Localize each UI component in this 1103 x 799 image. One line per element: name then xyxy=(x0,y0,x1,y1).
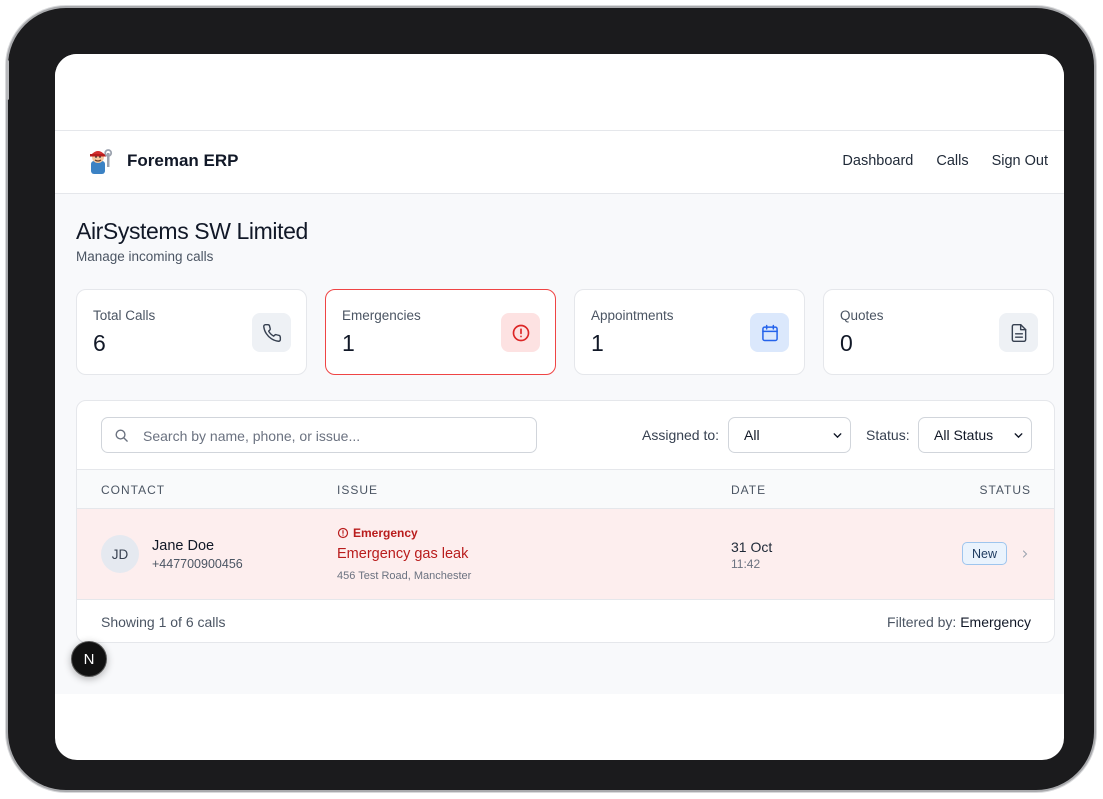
alert-circle-icon xyxy=(501,313,540,352)
stat-label: Appointments xyxy=(591,308,674,323)
document-icon xyxy=(999,313,1038,352)
emergency-tag: Emergency xyxy=(337,526,418,540)
stat-value: 1 xyxy=(342,330,355,356)
stat-label: Total Calls xyxy=(93,308,156,323)
contact-name: Jane Doe xyxy=(152,538,215,554)
status-badge: New xyxy=(962,542,1008,565)
chevron-down-icon xyxy=(833,433,842,439)
table-row[interactable]: JD Jane Doe +447700900456 Emergency Emer… xyxy=(77,509,1054,599)
stat-card-total-calls[interactable]: Total Calls 6 xyxy=(76,289,307,375)
call-date: 31 Oct xyxy=(731,539,773,555)
stat-card-quotes[interactable]: Quotes 0 xyxy=(823,289,1054,375)
top-blank-area xyxy=(55,54,1064,131)
brand-name: Foreman ERP xyxy=(127,151,239,170)
stat-card-appointments[interactable]: Appointments 1 xyxy=(574,289,805,375)
results-count: Showing 1 of 6 calls xyxy=(101,614,226,630)
phone-icon xyxy=(252,313,291,352)
app-header: Foreman ERP Dashboard Calls Sign Out xyxy=(55,131,1064,194)
issue-address: 456 Test Road, Manchester xyxy=(337,570,472,582)
filter-summary: Filtered by: Emergency xyxy=(887,614,1031,630)
stat-value: 6 xyxy=(93,330,106,356)
emergency-tag-label: Emergency xyxy=(353,526,418,540)
filter-summary-label: Filtered by: xyxy=(887,614,957,630)
status-label: Status: xyxy=(866,427,910,443)
search-box[interactable] xyxy=(101,417,537,454)
status-select[interactable]: All Status xyxy=(918,417,1032,453)
stat-value: 0 xyxy=(840,330,853,356)
table-footer: Showing 1 of 6 calls Filtered by: Emerge… xyxy=(77,599,1054,642)
stat-label: Quotes xyxy=(840,308,884,323)
chevron-right-icon[interactable] xyxy=(1019,548,1031,560)
call-time: 11:42 xyxy=(731,557,761,571)
column-header-date: DATE xyxy=(731,483,767,497)
tablet-bezel: Foreman ERP Dashboard Calls Sign Out Air… xyxy=(8,8,1094,790)
side-button xyxy=(6,60,9,100)
alert-circle-icon xyxy=(337,527,349,539)
search-icon xyxy=(115,429,128,442)
table-header: CONTACT ISSUE DATE STATUS xyxy=(77,469,1054,509)
column-header-contact: CONTACT xyxy=(101,483,166,497)
chevron-down-icon xyxy=(1014,433,1023,439)
column-header-status: STATUS xyxy=(979,483,1031,497)
status-value: All Status xyxy=(934,427,994,443)
avatar: JD xyxy=(101,535,139,573)
contact-phone: +447700900456 xyxy=(152,557,243,571)
nav-calls-link[interactable]: Calls xyxy=(936,153,968,169)
filter-summary-value: Emergency xyxy=(960,614,1031,630)
main-content: AirSystems SW Limited Manage incoming ca… xyxy=(55,194,1064,694)
column-header-issue: ISSUE xyxy=(337,483,379,497)
dev-tools-button[interactable]: N xyxy=(71,641,107,677)
issue-title: Emergency gas leak xyxy=(337,546,469,562)
assigned-to-select[interactable]: All xyxy=(728,417,851,453)
page-subtitle: Manage incoming calls xyxy=(76,249,214,264)
calendar-icon xyxy=(750,313,789,352)
stat-card-emergencies[interactable]: Emergencies 1 xyxy=(325,289,556,375)
stat-label: Emergencies xyxy=(342,308,421,323)
assigned-to-value: All xyxy=(744,427,760,443)
nav-dashboard-link[interactable]: Dashboard xyxy=(842,153,913,169)
page-title: AirSystems SW Limited xyxy=(76,218,308,244)
stat-value: 1 xyxy=(591,330,604,356)
search-input[interactable] xyxy=(141,418,525,454)
calls-panel: Assigned to: All Status: All Status CONT… xyxy=(76,400,1055,643)
nav-sign-out-link[interactable]: Sign Out xyxy=(992,153,1048,169)
main-nav: Dashboard Calls Sign Out xyxy=(842,153,1048,169)
screen: Foreman ERP Dashboard Calls Sign Out Air… xyxy=(55,54,1064,760)
assigned-to-label: Assigned to: xyxy=(642,427,720,443)
plumber-avatar-icon[interactable] xyxy=(85,147,115,177)
